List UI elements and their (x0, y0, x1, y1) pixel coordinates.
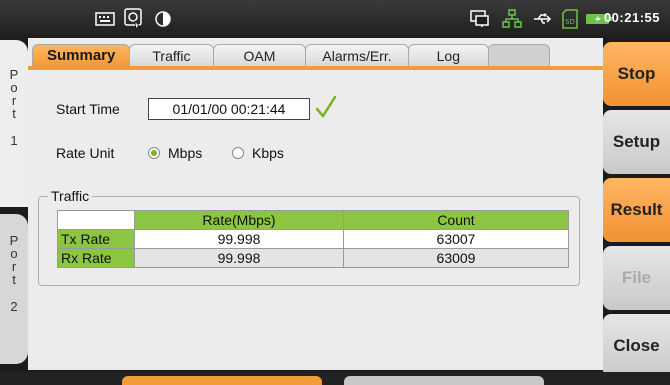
results-panel: Summary Traffic OAM Alarms/Err. Log Star… (28, 38, 603, 370)
usb-icon (530, 8, 554, 30)
tab-underline (28, 66, 603, 70)
row-label-rx-rate: Rx Rate (57, 248, 135, 268)
setup-button[interactable]: Setup (603, 110, 670, 174)
port-1-letter: t (12, 106, 16, 121)
table-row: Tx Rate 99.998 63007 (57, 229, 569, 249)
port-2-tab[interactable]: P o r t 2 (0, 214, 28, 364)
screenshot-icon[interactable] (122, 8, 146, 30)
table-header-row: Rate(Mbps) Count (57, 210, 569, 230)
radio-kbps[interactable]: Kbps (232, 145, 284, 161)
port-1-tab[interactable]: P o r t 1 (0, 40, 28, 207)
contrast-icon[interactable] (152, 8, 174, 30)
keyboard-icon[interactable] (93, 8, 117, 30)
start-time-label: Start Time (56, 101, 120, 117)
close-button[interactable]: Close (603, 314, 670, 378)
table-corner-cell (57, 210, 135, 230)
rx-count-value: 63009 (343, 248, 569, 268)
radio-mbps-label: Mbps (168, 145, 203, 161)
tab-alarms-errors[interactable]: Alarms/Err. (305, 44, 409, 66)
port-1-number: 1 (10, 133, 18, 148)
column-header-count: Count (343, 210, 569, 230)
remote-desktop-icon (468, 8, 492, 30)
column-header-rate: Rate(Mbps) (134, 210, 344, 230)
port-2-number: 2 (10, 299, 18, 314)
tab-empty (487, 44, 550, 66)
stop-button[interactable]: Stop (603, 42, 670, 106)
tab-traffic[interactable]: Traffic (129, 44, 214, 66)
rx-rate-value: 99.998 (134, 248, 344, 268)
tab-bar: Summary Traffic OAM Alarms/Err. Log (32, 44, 550, 66)
bottom-port-1-status[interactable] (122, 376, 322, 385)
tab-oam[interactable]: OAM (212, 44, 307, 66)
start-time-value: 01/01/00 00:21:44 (148, 98, 310, 120)
tab-log[interactable]: Log (407, 44, 489, 66)
tx-count-value: 63007 (343, 229, 569, 249)
table-row: Rx Rate 99.998 63009 (57, 248, 569, 268)
tx-rate-value: 99.998 (134, 229, 344, 249)
status-bar: SD 00:21:55 (0, 0, 670, 38)
radio-kbps-label: Kbps (252, 145, 284, 161)
row-label-tx-rate: Tx Rate (57, 229, 135, 249)
radio-kbps-dot (232, 147, 244, 159)
traffic-table: Rate(Mbps) Count Tx Rate 99.998 63007 Rx… (57, 210, 569, 268)
radio-mbps[interactable]: Mbps (148, 145, 202, 161)
tab-summary[interactable]: Summary (32, 44, 131, 66)
clock: 00:21:55 (603, 10, 660, 25)
result-button[interactable]: Result (603, 178, 670, 242)
port-2-letter: t (12, 272, 16, 287)
check-icon (315, 95, 337, 119)
file-button[interactable]: File (603, 246, 670, 310)
bottom-port-2-status[interactable] (344, 376, 544, 385)
bottom-bar (0, 372, 670, 385)
radio-mbps-dot (148, 147, 160, 159)
rate-unit-label: Rate Unit (56, 145, 115, 161)
network-icon (500, 8, 524, 30)
sd-card-icon: SD (560, 8, 580, 30)
svg-text:SD: SD (565, 18, 575, 26)
traffic-group-title: Traffic (48, 188, 93, 204)
